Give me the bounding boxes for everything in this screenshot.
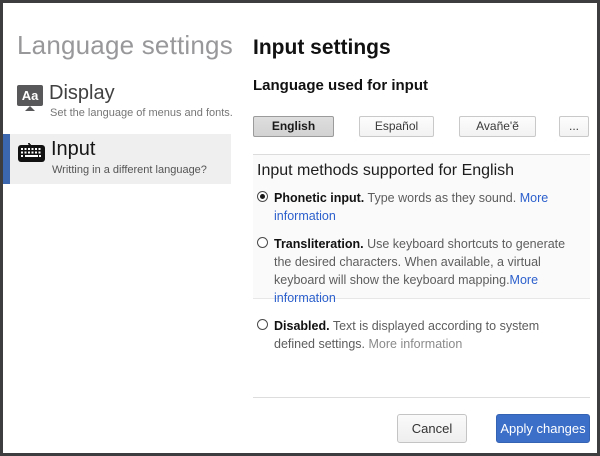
language-button-english[interactable]: English <box>253 116 334 137</box>
radio-disabled[interactable] <box>257 319 268 330</box>
footer-actions: Cancel Apply changes <box>253 397 590 443</box>
panel-title: Input settings <box>253 36 391 59</box>
sidebar: Language settings Aa Display Set the lan… <box>3 3 235 453</box>
input-methods-title: Input methods supported for English <box>257 162 515 179</box>
sidebar-item-input[interactable]: Input Writting in a different language? <box>3 134 231 184</box>
language-button-espanol[interactable]: Español <box>359 116 434 137</box>
radio-transliteration[interactable] <box>257 237 268 248</box>
more-information-link[interactable]: More information <box>369 337 463 351</box>
display-aa-icon: Aa <box>17 85 43 111</box>
input-settings-panel: Input settings Language used for input E… <box>253 3 590 453</box>
sidebar-item-subtitle: Set the language of menus and fonts. <box>50 107 233 119</box>
option-name: Disabled. <box>274 319 330 333</box>
active-item-indicator <box>3 134 10 184</box>
option-transliteration: Transliteration. Use keyboard shortcuts … <box>257 235 569 307</box>
option-text: Transliteration. Use keyboard shortcuts … <box>274 237 565 305</box>
option-disabled: Disabled. Text is displayed according to… <box>257 317 569 353</box>
sidebar-item-label: Display <box>49 82 115 104</box>
input-methods-section: Input methods supported for English Phon… <box>253 154 590 351</box>
apply-changes-button[interactable]: Apply changes <box>496 414 590 443</box>
option-name: Transliteration. <box>274 237 364 251</box>
language-section-title: Language used for input <box>253 77 428 94</box>
cancel-button[interactable]: Cancel <box>397 414 467 443</box>
language-button-avanee[interactable]: Avañe'ẽ <box>459 116 536 137</box>
page-title: Language settings <box>17 30 233 60</box>
sidebar-item-subtitle: Writting in a different language? <box>52 164 207 176</box>
sidebar-item-label: Input <box>51 138 96 160</box>
option-phonetic-input: Phonetic input. Type words as they sound… <box>257 189 569 225</box>
sidebar-item-display[interactable]: Aa Display Set the language of menus and… <box>3 81 233 129</box>
option-text: Phonetic input. Type words as they sound… <box>274 191 548 223</box>
language-button-more[interactable]: ... <box>559 116 589 137</box>
option-name: Phonetic input. <box>274 191 365 205</box>
language-settings-dialog: Language settings Aa Display Set the lan… <box>0 0 600 456</box>
keyboard-icon <box>18 142 45 167</box>
option-description: Type words as they sound. <box>364 191 520 205</box>
radio-phonetic-input[interactable] <box>257 191 268 202</box>
option-text: Disabled. Text is displayed according to… <box>274 319 539 351</box>
